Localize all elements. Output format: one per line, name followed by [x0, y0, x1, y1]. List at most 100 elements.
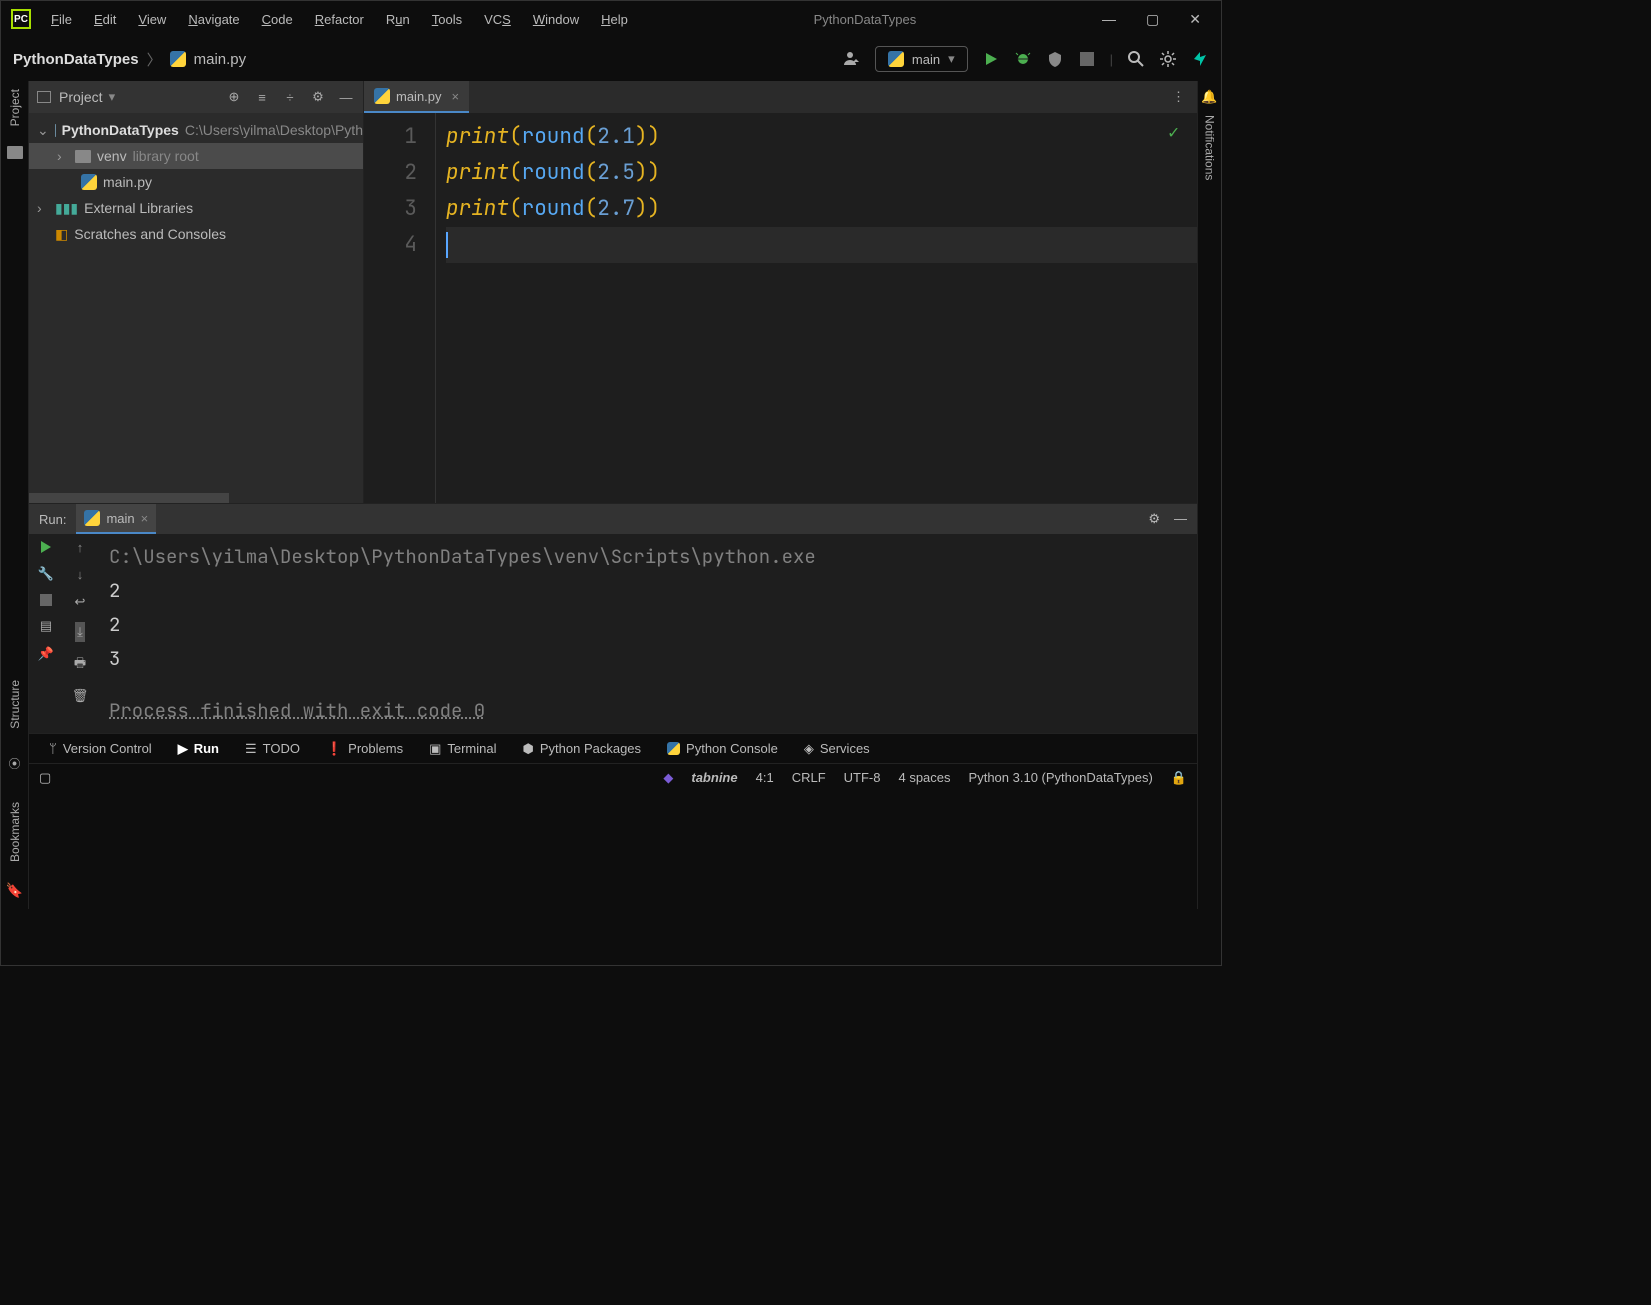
- run-tab[interactable]: main ×: [76, 504, 156, 534]
- run-toolbar-secondary: ↑ ↓ ↩ ⤓ 🖶 🗑: [63, 534, 97, 734]
- tree-external-libs[interactable]: › ▮▮▮ External Libraries: [29, 195, 363, 221]
- project-tool-button[interactable]: Project: [8, 89, 22, 126]
- todo-button[interactable]: ☰ TODO: [245, 741, 300, 757]
- code-content[interactable]: print(round(2.1)) print(round(2.5)) prin…: [436, 113, 1197, 503]
- menu-vcs[interactable]: VCS: [484, 12, 511, 27]
- branch-icon: ᛘ: [49, 741, 57, 756]
- console-output[interactable]: C:\Users\yilma\Desktop\PythonDataTypes\v…: [97, 534, 1197, 734]
- python-console-button[interactable]: Python Console: [667, 741, 778, 756]
- warning-icon: ❗: [326, 741, 342, 757]
- breadcrumb-project[interactable]: PythonDataTypes: [13, 51, 139, 68]
- packages-button[interactable]: ⬢ Python Packages: [523, 741, 642, 757]
- bookmarks-tool-button[interactable]: Bookmarks: [8, 802, 22, 862]
- menu-file[interactable]: File: [51, 12, 72, 27]
- up-arrow-icon[interactable]: ↑: [77, 540, 84, 555]
- bell-icon[interactable]: 🔔: [1201, 89, 1217, 105]
- menu-tools[interactable]: Tools: [432, 12, 462, 27]
- menu-refactor[interactable]: Refactor: [315, 12, 364, 27]
- rerun-icon[interactable]: [39, 540, 53, 554]
- menu-edit[interactable]: Edit: [94, 12, 116, 27]
- project-panel-title[interactable]: Project: [59, 89, 103, 105]
- libraries-icon: ▮▮▮: [55, 200, 78, 217]
- menu-run[interactable]: Run: [386, 12, 410, 27]
- settings-icon[interactable]: ⚙: [309, 88, 327, 106]
- collapse-all-icon[interactable]: ÷: [281, 88, 299, 106]
- maximize-button[interactable]: ▢: [1146, 11, 1159, 28]
- stop-icon[interactable]: [40, 594, 52, 606]
- package-icon: ⬢: [523, 741, 534, 757]
- ide-features-icon[interactable]: [1191, 50, 1209, 68]
- console-command: C:\Users\yilma\Desktop\PythonDataTypes\v…: [109, 540, 1185, 574]
- services-button[interactable]: ◈ Services: [804, 741, 870, 757]
- problems-button[interactable]: ❗ Problems: [326, 741, 403, 757]
- run-button[interactable]: [982, 50, 1000, 68]
- inspection-ok-icon[interactable]: ✓: [1168, 121, 1179, 144]
- services-icon: ◈: [804, 741, 814, 757]
- wrap-icon[interactable]: ↩: [75, 594, 86, 610]
- run-panel-label: Run:: [39, 512, 66, 527]
- minimize-button[interactable]: —: [1102, 11, 1116, 28]
- menu-code[interactable]: Code: [262, 12, 293, 27]
- menu-window[interactable]: Window: [533, 12, 579, 27]
- settings-icon[interactable]: ⚙: [1148, 511, 1160, 527]
- navigation-bar: PythonDataTypes 〉 main.py main ▾ |: [1, 37, 1221, 81]
- more-icon[interactable]: ⋮: [1172, 89, 1185, 104]
- search-icon[interactable]: [1127, 50, 1145, 68]
- lock-icon[interactable]: 🔒: [1171, 770, 1187, 786]
- coverage-button[interactable]: [1046, 50, 1064, 68]
- breadcrumb-file[interactable]: main.py: [194, 51, 247, 68]
- python-icon: [888, 51, 904, 67]
- structure-tool-button[interactable]: Structure: [8, 680, 22, 729]
- hide-icon[interactable]: —: [337, 88, 355, 106]
- run-config-selector[interactable]: main ▾: [875, 46, 968, 72]
- scroll-end-icon[interactable]: ⤓: [75, 622, 85, 642]
- settings-icon[interactable]: [1159, 50, 1177, 68]
- tree-scratches[interactable]: ◧ Scratches and Consoles: [29, 221, 363, 247]
- indent[interactable]: 4 spaces: [898, 770, 950, 785]
- tree-venv[interactable]: › venv library root: [29, 143, 363, 169]
- interpreter[interactable]: Python 3.10 (PythonDataTypes): [969, 770, 1153, 785]
- python-file-icon: [374, 88, 390, 104]
- run-tool-button[interactable]: ▶ Run: [178, 741, 219, 757]
- print-icon[interactable]: 🖶: [74, 654, 86, 676]
- locate-icon[interactable]: ⊕: [225, 88, 243, 106]
- bookmark-icon[interactable]: 🔖: [6, 882, 23, 899]
- tree-root[interactable]: ⌄ PythonDataTypes C:\Users\yilma\Desktop…: [29, 117, 363, 143]
- close-icon[interactable]: ×: [141, 511, 149, 526]
- stop-button[interactable]: [1078, 50, 1096, 68]
- editor-tab-main[interactable]: main.py ×: [364, 81, 469, 113]
- expand-all-icon[interactable]: ≡: [253, 88, 271, 106]
- console-exit: Process finished with exit code 0: [109, 694, 1185, 728]
- tree-main-file[interactable]: main.py: [29, 169, 363, 195]
- structure-icon[interactable]: ⦿: [8, 755, 20, 772]
- close-button[interactable]: ✕: [1189, 11, 1201, 28]
- tabnine-label[interactable]: tabnine: [691, 770, 737, 785]
- menu-help[interactable]: Help: [601, 12, 628, 27]
- menu-navigate[interactable]: Navigate: [188, 12, 239, 27]
- menu-view[interactable]: View: [138, 12, 166, 27]
- code-area[interactable]: 1 2 3 4 print(round(2.1)) print(round(2.…: [364, 113, 1197, 503]
- wrench-icon[interactable]: 🔧: [38, 566, 54, 582]
- trash-icon[interactable]: 🗑: [72, 688, 89, 704]
- project-tree[interactable]: ⌄ PythonDataTypes C:\Users\yilma\Desktop…: [29, 113, 363, 247]
- encoding[interactable]: UTF-8: [844, 770, 881, 785]
- user-icon[interactable]: [843, 50, 861, 68]
- terminal-button[interactable]: ▣ Terminal: [429, 741, 496, 757]
- chevron-down-icon[interactable]: ▾: [109, 89, 116, 105]
- cursor-position[interactable]: 4:1: [756, 770, 774, 785]
- line-separator[interactable]: CRLF: [792, 770, 826, 785]
- close-tab-icon[interactable]: ×: [452, 89, 460, 104]
- console-line: 3: [109, 642, 1185, 676]
- down-arrow-icon[interactable]: ↓: [77, 567, 84, 582]
- pin-icon[interactable]: 📌: [38, 646, 54, 662]
- layout-icon[interactable]: ▤: [40, 618, 52, 634]
- title-bar: PC File Edit View Navigate Code Refactor…: [1, 1, 1221, 37]
- notifications-tool-button[interactable]: Notifications: [1203, 115, 1217, 180]
- tabnine-icon[interactable]: ◆: [663, 770, 673, 786]
- folder-icon[interactable]: [7, 146, 23, 159]
- debug-button[interactable]: [1014, 50, 1032, 68]
- version-control-button[interactable]: ᛘ Version Control: [49, 741, 152, 756]
- status-left-icon[interactable]: ▢: [39, 770, 51, 786]
- hide-icon[interactable]: —: [1174, 511, 1187, 527]
- project-scrollbar[interactable]: [29, 493, 229, 503]
